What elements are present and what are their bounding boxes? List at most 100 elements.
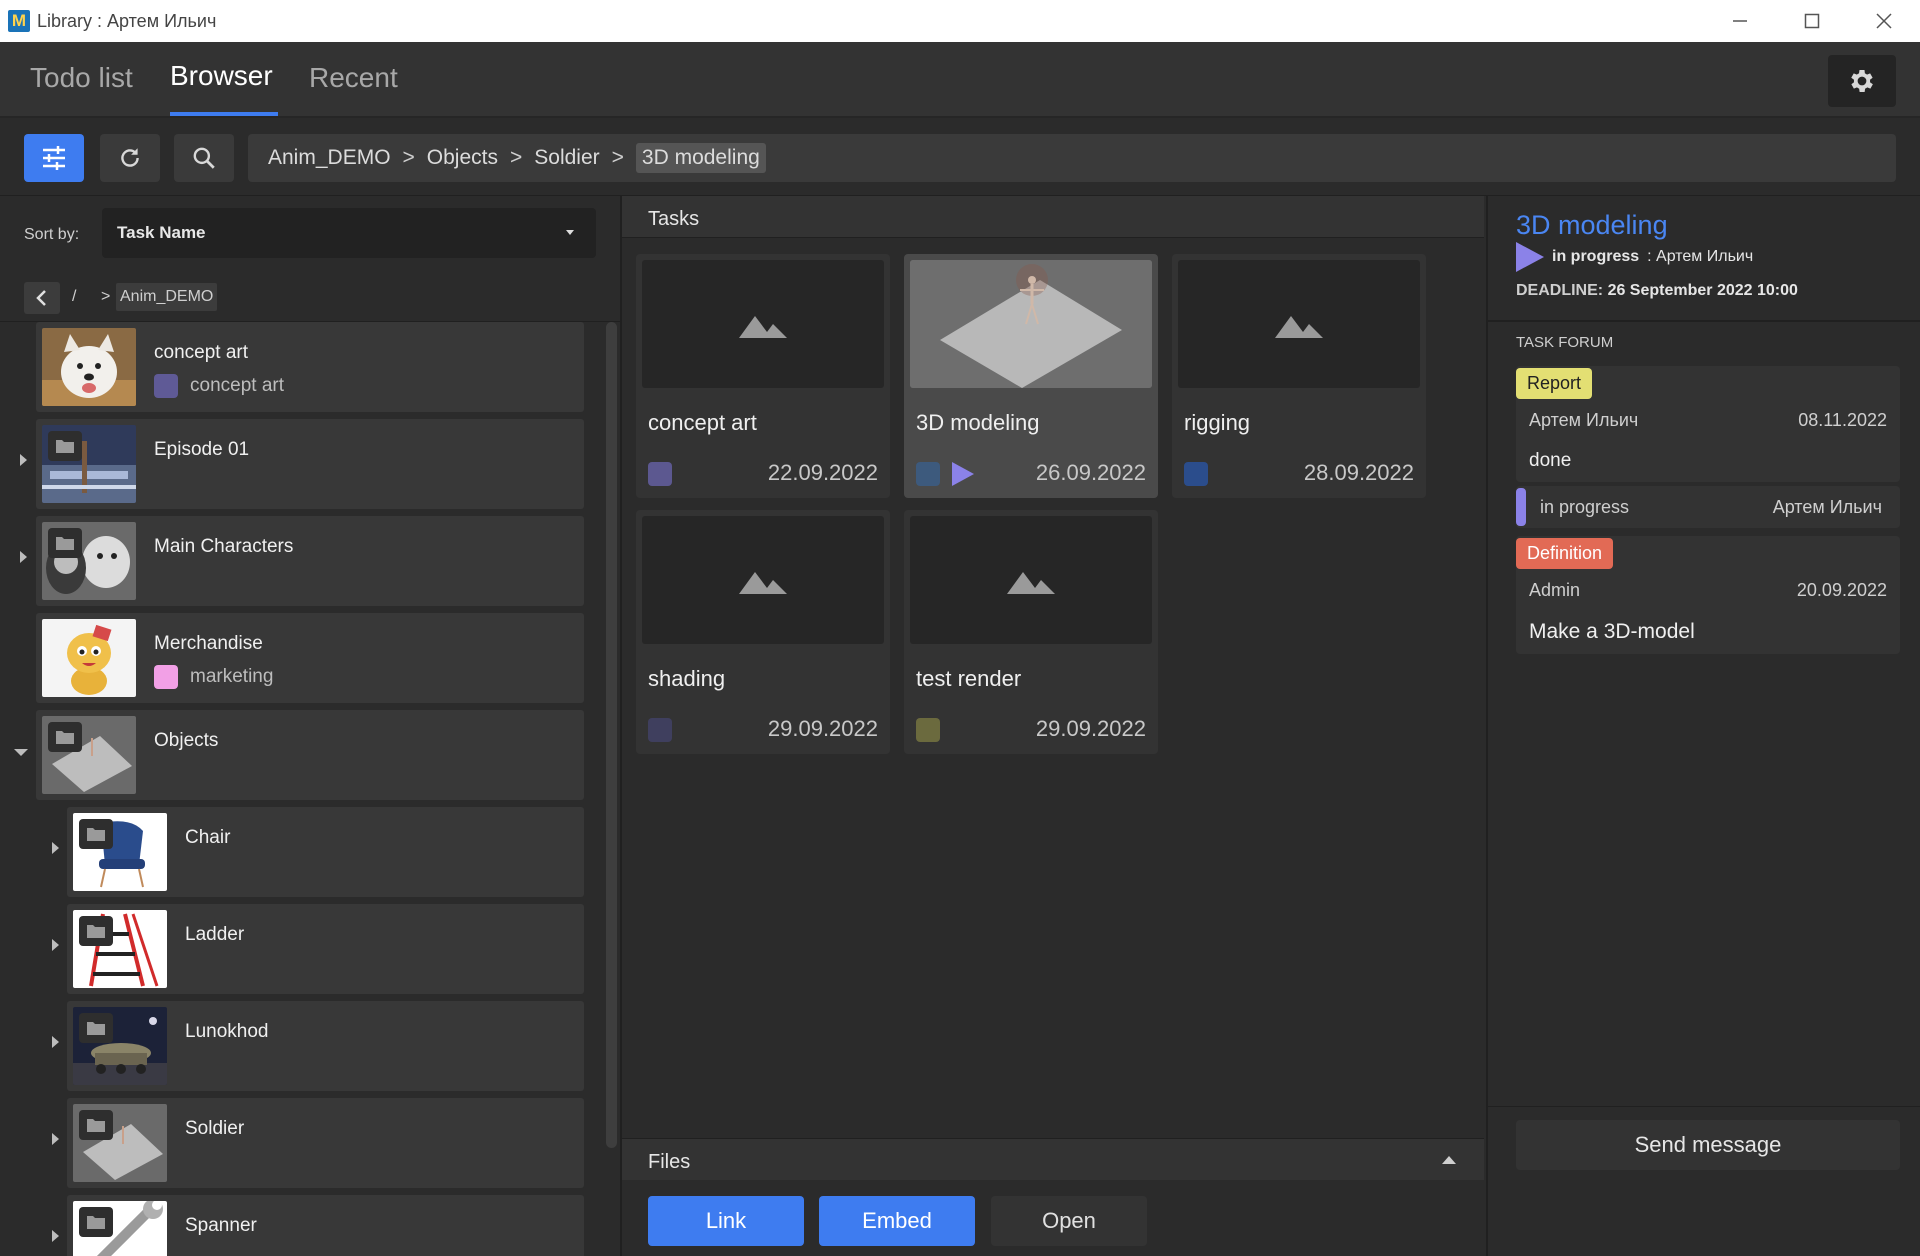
status-change-status: in progress <box>1540 497 1630 517</box>
folder-icon <box>79 819 113 849</box>
breadcrumb-separator: > <box>510 146 523 169</box>
tree-item-ladder[interactable]: Ladder <box>67 904 584 994</box>
tree-item-soldier[interactable]: Soldier <box>67 1098 584 1188</box>
chevron-down-icon <box>566 230 574 235</box>
in-progress-play-icon <box>1516 242 1544 272</box>
tree-item-spanner[interactable]: Spanner <box>67 1195 584 1256</box>
task-card-concept-art[interactable]: concept art 22.09.2022 <box>636 254 890 498</box>
task-name: test render <box>916 666 1022 691</box>
tree-scrollbar[interactable] <box>606 322 617 1148</box>
open-button[interactable]: Open <box>991 1196 1147 1246</box>
tree-item-objects[interactable]: Objects <box>36 710 584 800</box>
task-thumbnail <box>1178 260 1420 388</box>
tab-browser[interactable]: Browser <box>170 60 273 92</box>
task-date: 22.09.2022 <box>767 460 878 485</box>
gear-icon <box>1851 70 1873 92</box>
tree-item-merchandise[interactable]: Merchandise marketing <box>36 613 584 703</box>
folder-icon <box>48 722 82 752</box>
expand-arrow-icon[interactable] <box>52 1036 59 1048</box>
minimize-icon <box>1733 20 1747 22</box>
link-button[interactable]: Link <box>648 1196 804 1246</box>
task-thumbnail <box>642 516 884 644</box>
close-button[interactable] <box>1848 0 1920 42</box>
thumbnail-plane <box>73 1104 167 1182</box>
breadcrumb-current[interactable]: 3D modeling <box>635 143 766 173</box>
back-button[interactable] <box>24 282 60 314</box>
expand-arrow-icon[interactable] <box>52 1230 59 1242</box>
tree-item-label: Lunokhod <box>185 1021 269 1042</box>
top-tab-bar: Todo list Browser Recent <box>0 42 1920 118</box>
task-status: in progress <box>1552 248 1640 265</box>
deadline-label: DEADLINE: <box>1516 282 1604 299</box>
tree-item-main-characters[interactable]: Main Characters <box>36 516 584 606</box>
thumbnail-dog <box>42 328 136 406</box>
task-card-test-render[interactable]: test render 29.09.2022 <box>904 510 1158 754</box>
folder-icon <box>79 916 113 946</box>
message-body: done <box>1529 450 1572 471</box>
task-name: rigging <box>1184 410 1251 435</box>
sort-label: Sort by: <box>24 226 80 243</box>
message-tag-definition: Definition <box>1516 538 1614 569</box>
task-date: 26.09.2022 <box>1035 460 1146 485</box>
image-placeholder-icon <box>739 572 787 594</box>
breadcrumb-anim-demo[interactable]: Anim_DEMO <box>268 146 391 170</box>
tab-recent[interactable]: Recent <box>309 62 398 94</box>
embed-button[interactable]: Embed <box>819 1196 975 1246</box>
thumbnail-lunokhod <box>73 1007 167 1085</box>
filter-button[interactable] <box>24 134 84 182</box>
expand-arrow-icon[interactable] <box>52 939 59 951</box>
tree-item-label: Objects <box>154 730 219 751</box>
thumbnail-episode <box>42 425 136 503</box>
sort-dropdown[interactable]: Task Name <box>102 208 596 258</box>
task-name: shading <box>648 666 726 691</box>
collapse-arrow-icon[interactable] <box>14 749 28 756</box>
maximize-icon <box>1804 13 1820 29</box>
task-card-shading[interactable]: shading 29.09.2022 <box>636 510 890 754</box>
breadcrumb-soldier[interactable]: Soldier <box>534 146 599 170</box>
expand-arrow-icon[interactable] <box>52 842 59 854</box>
tree-item-label: Spanner <box>185 1215 257 1236</box>
task-card-rigging[interactable]: rigging 28.09.2022 <box>1172 254 1426 498</box>
expand-arrow-icon[interactable] <box>20 454 27 466</box>
refresh-button[interactable] <box>100 134 160 182</box>
tab-todo-list[interactable]: Todo list <box>30 62 133 94</box>
divider <box>1488 320 1920 322</box>
nav-current-folder[interactable]: Anim_DEMO <box>116 283 218 311</box>
files-header[interactable]: Files <box>622 1138 1484 1180</box>
active-tab-indicator <box>170 112 278 116</box>
tag-label: concept art <box>190 375 284 396</box>
settings-button[interactable] <box>1828 55 1896 107</box>
breadcrumb-objects[interactable]: Objects <box>427 146 498 170</box>
image-placeholder-icon <box>739 316 787 338</box>
chevron-up-icon <box>1442 1156 1456 1164</box>
close-icon <box>1876 13 1892 29</box>
tree-item-chair[interactable]: Chair <box>67 807 584 897</box>
status-change-entry: in progress Артем Ильич <box>1516 486 1900 528</box>
expand-arrow-icon[interactable] <box>52 1133 59 1145</box>
chevron-left-icon <box>36 290 46 306</box>
search-button[interactable] <box>174 134 234 182</box>
refresh-icon <box>121 148 139 167</box>
task-date: 28.09.2022 <box>1303 460 1414 485</box>
maximize-button[interactable] <box>1776 0 1848 42</box>
tree-item-concept-art[interactable]: concept art concept art <box>36 322 584 412</box>
tree-item-episode-01[interactable]: Episode 01 <box>36 419 584 509</box>
in-progress-play-icon <box>952 462 974 486</box>
tree-item-label: Chair <box>185 827 231 848</box>
tree-item-label: Merchandise <box>154 633 263 654</box>
expand-arrow-icon[interactable] <box>20 551 27 563</box>
nav-root[interactable]: / <box>72 288 76 306</box>
image-placeholder-icon <box>1275 316 1323 338</box>
task-assignee: : Артем Ильич <box>1647 248 1754 265</box>
folder-icon <box>79 1207 113 1237</box>
message-author: Admin <box>1529 580 1581 600</box>
status-color-bar <box>1516 488 1526 526</box>
task-status-swatch <box>648 462 672 486</box>
tree-item-label: Soldier <box>185 1118 245 1139</box>
forum-message: Report Артем Ильич 08.11.2022 done <box>1516 366 1900 482</box>
task-card-3d-modeling[interactable]: 3D modeling 26.09.2022 <box>904 254 1158 498</box>
tree-item-lunokhod[interactable]: Lunokhod <box>67 1001 584 1091</box>
send-message-button[interactable]: Send message <box>1516 1120 1900 1170</box>
minimize-button[interactable] <box>1704 0 1776 42</box>
tag-label: marketing <box>190 666 274 687</box>
